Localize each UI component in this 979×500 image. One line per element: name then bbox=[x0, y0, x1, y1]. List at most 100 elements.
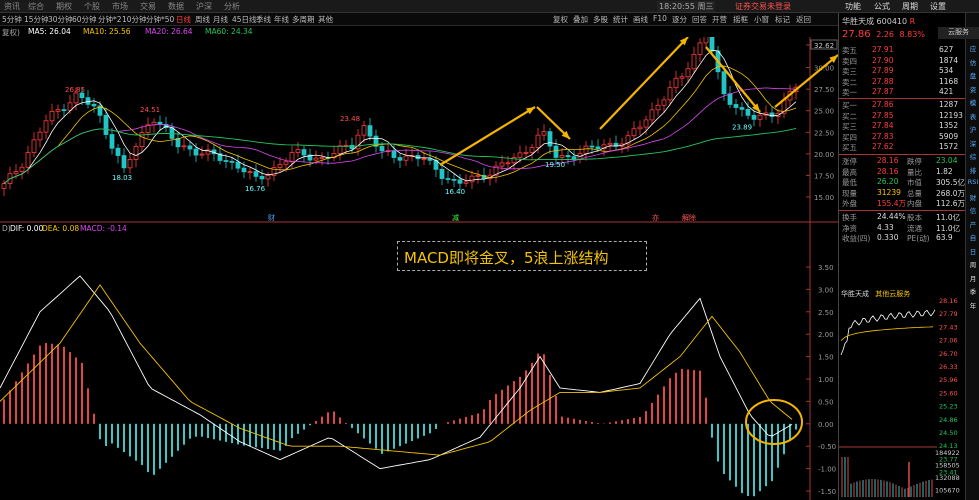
tool-f10[interactable]: F10 bbox=[653, 14, 667, 23]
side-icon-17[interactable]: 月 bbox=[967, 273, 979, 283]
menu-tab-8[interactable]: 沪深 bbox=[196, 1, 212, 12]
side-icon-13[interactable]: 产 bbox=[967, 219, 979, 229]
period-week[interactable]: 周线 bbox=[195, 14, 210, 25]
tool-stats[interactable]: 统计 bbox=[613, 14, 628, 25]
mini-chart[interactable]: 28.16 27.79 27.43 27.06 26.70 26.33 25.96 25.60… bbox=[839, 297, 966, 500]
menu-tab-7[interactable]: 数据 bbox=[168, 1, 184, 12]
price-label-3: 18.03 bbox=[112, 174, 132, 182]
stat-label: 换手 bbox=[842, 213, 857, 222]
stat-row: 净资 4.33 流通 11.0亿 bbox=[839, 223, 966, 234]
tool-frame[interactable]: 摇框 bbox=[733, 14, 748, 25]
macd-panel: 3.50 3.00 2.50 2.00 1.50 1.00 0.50 0.00 -0.50 -1.… bbox=[0, 264, 836, 497]
menu-tab-1[interactable]: 资讯 bbox=[4, 1, 20, 12]
side-icon-8[interactable]: 综 bbox=[967, 151, 979, 161]
stat-value: 28.16 bbox=[877, 166, 899, 176]
stat-label: 总量 bbox=[907, 188, 922, 198]
side-icon-9[interactable]: 排 bbox=[967, 165, 979, 175]
top-menu-bar: 资讯 综合 期权 个股 市场 交易 数据 沪深 分析 18:20:55 周三 证… bbox=[0, 0, 979, 13]
candle-body bbox=[547, 131, 553, 147]
mini-intraday: 28.16 27.79 27.43 27.06 26.70 26.33 25.96 25.60… bbox=[839, 297, 960, 500]
side-icon-14[interactable]: 自 bbox=[967, 232, 979, 242]
side-icon-19[interactable]: 年 bbox=[967, 300, 979, 310]
side-icon-3[interactable]: 资 bbox=[967, 84, 979, 94]
golden-cross-circle bbox=[745, 399, 803, 445]
login-status[interactable]: 证券交易未登录 bbox=[735, 1, 791, 12]
candle-body bbox=[37, 131, 43, 141]
menu-period[interactable]: 周期 bbox=[902, 1, 918, 12]
tool-open[interactable]: 开营 bbox=[712, 14, 727, 25]
side-icon-15[interactable]: 日 bbox=[967, 246, 979, 256]
side-icon-5[interactable]: 表 bbox=[967, 111, 979, 121]
period-50m[interactable]: 分钟*50 bbox=[146, 14, 174, 25]
period-2m[interactable]: 分钟*2 bbox=[98, 14, 122, 25]
candle-body bbox=[361, 125, 367, 136]
side-icon-7[interactable]: 深 bbox=[967, 138, 979, 148]
stat-label: 外盘 bbox=[842, 199, 857, 208]
period-60m[interactable]: 60分钟 bbox=[72, 14, 97, 25]
candle-body bbox=[241, 167, 247, 173]
period-15m[interactable]: 15分钟 bbox=[24, 14, 49, 25]
menu-tab-5[interactable]: 市场 bbox=[112, 1, 128, 12]
period-multi[interactable]: 多周期 bbox=[292, 14, 315, 25]
period-other[interactable]: 其他 bbox=[318, 14, 333, 25]
clock-text: 18:20:55 周三 bbox=[657, 1, 716, 12]
stats-divider bbox=[839, 154, 966, 155]
side-icon-16[interactable]: 周 bbox=[967, 259, 979, 269]
candle-body bbox=[277, 163, 283, 168]
period-year[interactable]: 年线 bbox=[274, 14, 289, 25]
macd-tick-6: 0.50 bbox=[818, 398, 834, 406]
side-icon-4[interactable]: 模 bbox=[967, 97, 979, 107]
menu-tab-3[interactable]: 期权 bbox=[56, 1, 72, 12]
ma20-line bbox=[3, 87, 797, 184]
side-icon-1[interactable]: 仿 bbox=[967, 57, 979, 67]
menu-function[interactable]: 功能 bbox=[845, 1, 861, 12]
menu-settings[interactable]: 设置 bbox=[930, 1, 946, 12]
price-tick-6: 17.50 bbox=[814, 172, 834, 180]
tool-draw[interactable]: 画线 bbox=[633, 14, 648, 25]
side-icon-18[interactable]: 季 bbox=[967, 286, 979, 296]
candle-body bbox=[517, 152, 523, 158]
quote-panel: 华胜天成 600410 R 27.86 2.26 8.83% 卖五 27.91 62… bbox=[838, 13, 966, 500]
macd-tick-0: 3.50 bbox=[818, 264, 834, 272]
menu-tab-9[interactable]: 分析 bbox=[224, 1, 240, 12]
period-5m[interactable]: 5分钟 bbox=[2, 14, 22, 25]
cloud-service-button[interactable]: 云服务 bbox=[938, 27, 979, 39]
side-icon-11[interactable]: 财 bbox=[967, 192, 979, 202]
menu-tab-2[interactable]: 综合 bbox=[28, 1, 44, 12]
period-month[interactable]: 月线 bbox=[213, 14, 228, 25]
menu-formula[interactable]: 公式 bbox=[874, 1, 890, 12]
candle-body bbox=[655, 104, 661, 111]
period-day[interactable]: 日线 bbox=[176, 14, 191, 25]
tool-multi[interactable]: 多股 bbox=[593, 14, 608, 25]
tool-answer[interactable]: 回答 bbox=[692, 14, 707, 25]
side-icon-2[interactable]: 盘 bbox=[967, 70, 979, 80]
mini-tick-7: 25.60 bbox=[939, 389, 958, 397]
period-45d[interactable]: 45日线 bbox=[232, 14, 257, 25]
side-icon-0[interactable]: 应 bbox=[967, 43, 979, 53]
stat-row: 换手 24.44% 股本 11.0亿 bbox=[839, 212, 966, 223]
tool-minute[interactable]: 逐分 bbox=[672, 14, 687, 25]
side-icon-12[interactable]: 信 bbox=[967, 205, 979, 215]
candle-body bbox=[379, 145, 385, 152]
price-tick-5: 20.00 bbox=[814, 151, 834, 159]
candle-body bbox=[553, 145, 559, 158]
bid-row: 买一 27.86 1287 bbox=[839, 100, 966, 111]
bid-row: 买四 27.83 5909 bbox=[839, 132, 966, 143]
tool-back[interactable]: 返回 bbox=[796, 14, 811, 25]
side-icon-6[interactable]: 沪 bbox=[967, 124, 979, 134]
tool-fuquan[interactable]: 复权 bbox=[553, 14, 568, 25]
period-quarter[interactable]: 季线 bbox=[256, 14, 271, 25]
stat-label: 市值 bbox=[907, 178, 922, 187]
tool-small-window[interactable]: 小窗 bbox=[754, 14, 769, 25]
annotation-box: MACD即将金叉，5浪上涨结构 bbox=[397, 241, 647, 271]
period-30m[interactable]: 30分钟 bbox=[48, 14, 73, 25]
menu-tab-6[interactable]: 交易 bbox=[140, 1, 156, 12]
side-icon-10[interactable]: RSI bbox=[967, 178, 979, 186]
tool-mark[interactable]: 标记 bbox=[775, 14, 790, 25]
candle-body bbox=[13, 171, 19, 175]
period-10m[interactable]: 10分钟 bbox=[122, 14, 147, 25]
menu-tab-4[interactable]: 个股 bbox=[84, 1, 100, 12]
bid-row: 买五 27.62 1572 bbox=[839, 142, 966, 153]
candle-body bbox=[637, 126, 643, 130]
tool-overlay[interactable]: 叠加 bbox=[573, 14, 588, 25]
